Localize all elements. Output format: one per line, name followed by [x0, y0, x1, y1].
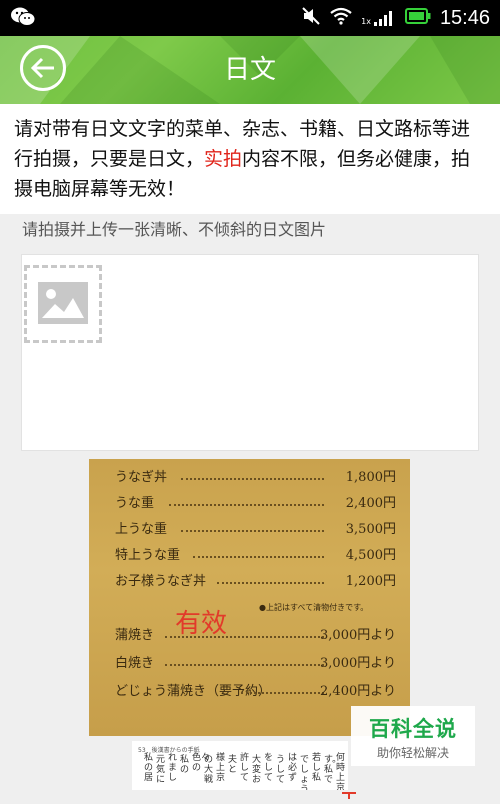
watermark-subtitle: 助你轻松解决	[376, 746, 449, 760]
dot-leader	[165, 664, 324, 666]
stamp-partial	[342, 780, 356, 804]
network-type: 1x	[361, 17, 371, 26]
menu-row: 上うな重 3,500円	[115, 518, 396, 542]
book-text-column: 大変お	[252, 755, 262, 785]
instruction-highlight: 实拍	[204, 148, 243, 170]
book-text-column: でしょう	[300, 755, 310, 790]
book-text-column: 元気に	[156, 755, 166, 785]
dot-leader	[169, 504, 324, 506]
menu-item-name: 特上うな重	[115, 548, 181, 563]
book-text-column: をして	[264, 753, 274, 783]
menu-row: お子様うなぎ丼 1,200円	[115, 570, 396, 594]
dot-leader	[193, 556, 324, 558]
book-sample-photo: 53 後漢書からの手紙 何時上京 す。私で 若し私 でしょう は必ず うして をして 大変お許…	[132, 741, 348, 790]
book-text-column: 私の居	[144, 753, 154, 783]
wifi-icon	[330, 7, 352, 29]
book-text-column: 夫と	[228, 755, 238, 775]
battery-icon	[404, 8, 431, 28]
menu-row: 白焼き 3,000円より	[115, 652, 396, 676]
book-text-column: れまし	[168, 753, 178, 783]
clock: 15:46	[439, 6, 490, 29]
status-bar: 1x 15:46	[0, 0, 500, 36]
upload-area	[21, 254, 479, 451]
watermark-title: 百科全说	[369, 717, 457, 741]
menu-item-name: うなぎ丼	[115, 470, 168, 485]
menu-row: うな重 2,400円	[115, 492, 396, 516]
menu-item-price: 3,000円より	[320, 628, 396, 643]
instruction-text: 请对带有日文文字的菜单、杂志、书籍、日文路标等进行拍摄，只要是日文，实拍内容不限…	[0, 104, 500, 214]
dot-leader	[165, 636, 324, 638]
menu-item-price: 2,400円	[345, 496, 396, 511]
menu-item-price: 4,500円	[345, 548, 396, 563]
menu-item-price: 3,000円より	[320, 656, 396, 671]
add-image-button[interactable]	[24, 265, 102, 343]
app-bar: 日文	[0, 36, 500, 104]
menu-row: 蒲焼き 3,000円より	[115, 624, 396, 648]
menu-item-name: お子様うなぎ丼	[115, 574, 207, 589]
book-text-column: 様上京	[216, 753, 226, 783]
menu-item-name: うな重	[115, 496, 155, 511]
book-text-column: 若し私	[312, 753, 322, 783]
menu-row: 特上うな重 4,500円	[115, 544, 396, 568]
dot-leader	[217, 582, 324, 584]
menu-item-price: 1,800円	[345, 470, 396, 485]
wechat-icon	[10, 6, 36, 32]
valid-sample-photo: 有效 ●上記はすべて清物付きです。 うなぎ丼 1,800円 うな重 2,400円 上うな…	[89, 459, 410, 736]
menu-item-name: どじょう蒲焼き（要予約）	[115, 684, 272, 699]
image-icon	[38, 282, 88, 324]
menu-note: ●上記はすべて清物付きです。	[259, 603, 369, 612]
menu-row: どじょう蒲焼き（要予約） 2,400円より	[115, 680, 396, 704]
menu-item-price: 3,500円	[345, 522, 396, 537]
menu-item-price: 2,400円より	[320, 684, 396, 699]
menu-item-price: 1,200円	[345, 574, 396, 589]
mute-icon	[301, 6, 321, 30]
signal-icon: 1x	[361, 10, 396, 26]
book-text-column: 許して	[240, 753, 250, 783]
menu-row: うなぎ丼 1,800円	[115, 466, 396, 490]
watermark: 百科全说 助你轻松解决	[351, 706, 475, 766]
book-text-column: うして	[276, 755, 286, 785]
book-text-column: 色々の	[192, 753, 211, 773]
book-text-column: 私の	[180, 755, 190, 775]
dot-leader	[181, 478, 324, 480]
menu-item-name: 白焼き	[115, 656, 155, 671]
menu-item-name: 蒲焼き	[115, 628, 155, 643]
upload-label: 请拍摄并上传一张清晰、不倾斜的日文图片	[22, 220, 327, 239]
dot-leader	[181, 530, 324, 532]
dot-leader	[241, 692, 324, 694]
book-text-column: す。私で	[324, 755, 342, 785]
book-text-column: は必ず	[288, 753, 298, 783]
menu-item-name: 上うな重	[115, 522, 168, 537]
page-title: 日文	[223, 55, 276, 85]
